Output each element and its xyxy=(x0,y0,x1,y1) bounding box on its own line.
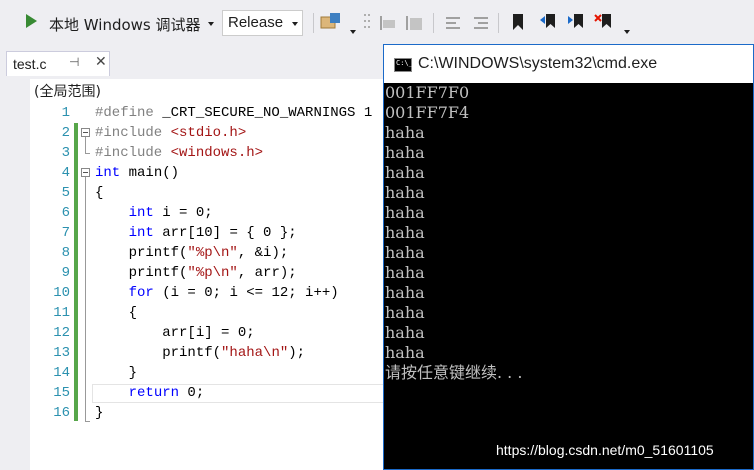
close-icon[interactable]: ✕ xyxy=(95,54,107,70)
change-marker xyxy=(74,123,78,421)
console-line: haha xyxy=(385,203,425,222)
console-line: haha xyxy=(385,123,425,142)
code-line: #include <windows.h> xyxy=(95,145,264,161)
console-line: haha xyxy=(385,143,425,162)
chevron-down-icon xyxy=(292,22,298,26)
console-line: haha xyxy=(385,343,425,362)
fold-guide xyxy=(85,137,86,153)
toolbar-separator xyxy=(498,13,499,33)
fold-guide xyxy=(85,153,90,154)
code-line: } xyxy=(95,405,104,421)
console-line: 001FF7F4 xyxy=(385,103,470,122)
code-line: } xyxy=(95,365,138,381)
chevron-down-icon[interactable] xyxy=(350,30,356,34)
bookmark-icon[interactable] xyxy=(510,12,526,32)
console-line: 请按任意键继续. . . xyxy=(385,363,523,382)
line-number: 2 xyxy=(61,125,70,141)
chevron-down-icon[interactable] xyxy=(624,30,630,34)
tab-test-c[interactable]: test.c ⊣ ✕ xyxy=(6,51,110,76)
code-line: int arr[10] = { 0 }; xyxy=(128,225,297,241)
start-debugging-button[interactable]: 本地 Windows 调试器 xyxy=(49,14,201,35)
console-line: haha xyxy=(385,283,425,302)
code-line: arr[i] = 0; xyxy=(95,325,255,341)
solution-configuration-select[interactable]: Release xyxy=(222,10,303,36)
fold-guide xyxy=(85,177,86,421)
collapse-icon[interactable] xyxy=(81,168,90,177)
line-number: 12 xyxy=(53,325,70,341)
console-window[interactable]: C:\WINDOWS\system32\cmd.exe 001FF7F0001F… xyxy=(383,44,754,470)
console-line: haha xyxy=(385,223,425,242)
pin-icon[interactable]: ⊣ xyxy=(69,55,79,69)
code-line: for (i = 0; i <= 12; i++) xyxy=(128,285,339,301)
console-line: haha xyxy=(385,303,425,322)
code-line: return 0; xyxy=(128,385,205,401)
line-number: 16 xyxy=(53,405,70,421)
align-icon[interactable] xyxy=(378,14,398,32)
console-line: haha xyxy=(385,323,425,342)
uncomment-icon[interactable] xyxy=(472,14,490,32)
scope-dropdown[interactable]: (全局范围) xyxy=(30,79,390,102)
cmd-icon xyxy=(394,58,413,72)
console-titlebar[interactable]: C:\WINDOWS\system32\cmd.exe xyxy=(384,45,753,83)
comment-icon[interactable] xyxy=(444,14,462,32)
line-number: 7 xyxy=(61,225,70,241)
line-number: 1 xyxy=(61,105,70,121)
console-line: haha xyxy=(385,243,425,262)
console-line: haha xyxy=(385,183,425,202)
configuration-value: Release xyxy=(228,14,284,31)
code-editor[interactable]: 1 2 3 4 5 6 7 8 9 10 11 12 13 14 15 16 #define _CRT_SEC… xyxy=(30,101,422,470)
scope-value: (全局范围) xyxy=(34,84,101,100)
line-number: 4 xyxy=(61,165,70,181)
watermark: https://blog.csdn.net/m0_51601105 xyxy=(496,442,714,458)
code-line: printf("%p\n", &i); xyxy=(95,245,289,261)
console-line: haha xyxy=(385,263,425,282)
console-line: haha xyxy=(385,163,425,182)
code-line: int i = 0; xyxy=(128,205,213,221)
line-number: 14 xyxy=(53,365,70,381)
fold-guide xyxy=(85,421,90,422)
code-line: printf("%p\n", arr); xyxy=(95,265,297,281)
code-line: #define _CRT_SECURE_NO_WARNINGS 1 xyxy=(95,105,373,121)
line-number: 13 xyxy=(53,345,70,361)
code-line: #include <stdio.h> xyxy=(95,125,247,141)
line-number: 10 xyxy=(53,285,70,301)
line-number: 5 xyxy=(61,185,70,201)
line-number: 11 xyxy=(53,305,70,321)
code-line: printf("haha\n"); xyxy=(95,345,306,361)
tab-label: test.c xyxy=(13,56,47,72)
clear-bookmarks-icon[interactable] xyxy=(594,12,614,32)
next-bookmark-icon[interactable] xyxy=(566,12,586,32)
console-title: C:\WINDOWS\system32\cmd.exe xyxy=(418,55,658,72)
start-debugging-icon[interactable] xyxy=(26,14,37,28)
line-number: 15 xyxy=(53,385,70,401)
console-output: 001FF7F0 001FF7F4 haha haha haha haha haha haha… xyxy=(385,83,522,383)
code-line: int main() xyxy=(95,165,180,181)
line-number: 9 xyxy=(61,265,70,281)
code-line: { xyxy=(95,185,104,201)
collapse-icon[interactable] xyxy=(81,128,90,137)
toolbar: 本地 Windows 调试器 Release xyxy=(0,0,754,46)
browse-icon[interactable] xyxy=(320,12,342,32)
toolbar-separator xyxy=(433,13,434,33)
toolbar-separator xyxy=(313,13,314,33)
line-number: 3 xyxy=(61,145,70,161)
previous-bookmark-icon[interactable] xyxy=(538,12,558,32)
console-line: 001FF7F0 xyxy=(385,83,470,102)
line-number: 8 xyxy=(61,245,70,261)
chevron-down-icon[interactable] xyxy=(208,22,214,26)
format-icon[interactable] xyxy=(404,14,426,32)
toolbar-grip-icon xyxy=(364,14,370,28)
line-number: 6 xyxy=(61,205,70,221)
code-line: { xyxy=(95,305,138,321)
